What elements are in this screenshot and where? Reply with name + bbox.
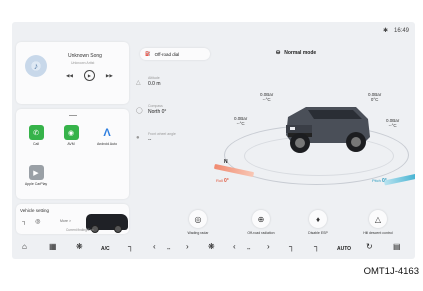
left-temp-down-icon[interactable]: ‹ (153, 242, 156, 252)
function-label: Wading radar (187, 231, 209, 235)
auto-button[interactable]: AUTO (337, 244, 351, 254)
disable-esp-button[interactable]: ♦ Disable ESP (287, 210, 349, 235)
compass-value: North 0° (148, 109, 167, 115)
left-temp-up-icon[interactable]: › (186, 242, 189, 252)
wheel-angle-label: Front wheel angle (148, 132, 176, 136)
altitude-value: 0.0 m (148, 81, 161, 87)
vehicle-3d-model (286, 107, 370, 153)
right-temp-up-icon[interactable]: › (267, 242, 270, 252)
roll-label: Roll (216, 178, 223, 183)
apps-card: ✆ Call ◉ AVM Λ Android Auto ▶ Apple CarP… (16, 109, 129, 199)
infotainment-screen: ✱ 16:49 ♪ Unknown Song Unknown Artist ◀◀… (12, 22, 415, 259)
offroad-dial-button[interactable]: ⛽ Off-road dial (140, 48, 210, 60)
app-carplay[interactable]: ▶ Apple CarPlay (21, 165, 51, 186)
wading-radar-button[interactable]: ◎ Wading radar (167, 210, 229, 235)
carplay-icon: ▶ (28, 165, 44, 180)
seat-icon[interactable]: ┐ (22, 219, 26, 225)
altitude-icon: △ (136, 80, 141, 86)
function-label: Off-road radiation (247, 231, 275, 235)
home-icon[interactable]: ⌂ (22, 242, 27, 252)
apps-grid-icon[interactable]: ▦ (49, 242, 57, 252)
driver-seat-icon[interactable]: ┐ (128, 242, 134, 252)
steering-wheel-icon[interactable]: ◎ (35, 218, 40, 225)
drive-mode-label: Normal mode (284, 50, 317, 56)
hill-descent-icon: △ (369, 210, 387, 228)
app-android-auto[interactable]: Λ Android Auto (92, 125, 122, 147)
offroad-radiation-button[interactable]: ⊕ Off-road radiation (230, 210, 292, 235)
play-icon[interactable]: ▶ (83, 70, 95, 81)
tire-temperature: 0°C (370, 97, 379, 102)
song-title: Unknown Song (68, 53, 102, 59)
hill-descent-button[interactable]: △ Hill descent control (347, 210, 409, 235)
phone-icon: ✆ (28, 125, 44, 140)
status-bar: ✱ 16:49 (382, 27, 409, 35)
tire-front-right: 0.0Bar 0°C (368, 92, 381, 102)
music-note-icon: ♪ (25, 55, 47, 77)
vehicle-setting-card[interactable]: Vehicle setting ┐ ◎ More > Current findi… (16, 204, 129, 234)
altitude-metric: △ Altitude 0.0 m (136, 76, 161, 87)
tire-temperature: --°C (388, 123, 397, 128)
app-label: Android Auto (96, 142, 118, 146)
drag-handle[interactable] (69, 115, 77, 116)
fan-speed-icon[interactable]: ❋ (208, 242, 215, 252)
altitude-label: Altitude (148, 76, 160, 80)
passenger-seat-icon[interactable]: ┐ (289, 242, 295, 252)
offroad-dial-label: Off-road dial (154, 51, 180, 57)
tire-front-left: 0.0Bar --°C (260, 92, 273, 102)
clock: 16:49 (393, 27, 409, 34)
function-label: Disable ESP (308, 231, 328, 235)
app-label: AVM (67, 142, 75, 146)
android-auto-icon: Λ (103, 126, 111, 139)
right-temperature: -- (247, 246, 251, 252)
tire-rear-right: 0.0Bar --°C (386, 118, 399, 128)
recirculation-icon[interactable]: ↻ (366, 242, 373, 252)
compass-icon: ◯ (136, 108, 143, 114)
rear-defrost-icon[interactable]: ▤ (393, 242, 401, 252)
pitch-label: Pitch (372, 178, 381, 183)
tire-rear-left: 0.0Bar --°C (234, 116, 247, 126)
song-artist: Unknown Artist (71, 61, 95, 65)
wheel-angle-icon: ● (136, 135, 140, 141)
app-label: Call (32, 142, 40, 146)
wheel-angle-value: -- (148, 137, 152, 143)
function-label: Hill descent control (363, 231, 393, 235)
wading-radar-icon: ◎ (189, 210, 207, 228)
wheel-angle-metric: ● Front wheel angle -- (136, 132, 176, 143)
offroad-dial-icon: ⛽ (145, 51, 151, 56)
right-temp-down-icon[interactable]: ‹ (233, 242, 236, 252)
previous-track-icon[interactable]: ◀◀ (66, 73, 73, 79)
left-temperature: -- (167, 246, 171, 252)
fan-icon[interactable]: ❋ (76, 242, 83, 252)
compass-north-letter: N (224, 159, 228, 165)
more-link[interactable]: More > (60, 219, 71, 223)
pitch-readout: Pitch 0° (372, 178, 387, 184)
drive-mode-icon: ⛁ (276, 50, 281, 56)
ac-button[interactable]: A/C (101, 244, 110, 254)
pitch-indicator (383, 173, 415, 186)
offroad-panel: ⛽ Off-road dial ⛁ Normal mode △ Altitude… (134, 42, 415, 235)
offroad-radiation-icon: ⊕ (252, 210, 270, 228)
seat-heating-icon[interactable]: ┐ (314, 242, 320, 252)
tire-temperature: --°C (236, 121, 245, 126)
camera-icon: ◉ (63, 125, 79, 140)
figure-caption: OMT1J-4163 (363, 266, 419, 277)
esp-off-icon: ♦ (309, 210, 327, 228)
vehicle-status-text: Current finding/Erm (66, 228, 94, 232)
roll-value: 0° (224, 178, 229, 184)
compass-metric: ◯ Compass North 0° (136, 104, 167, 115)
music-card[interactable]: ♪ Unknown Song Unknown Artist ◀◀ ▶ ▶▶ (16, 42, 129, 104)
next-track-icon[interactable]: ▶▶ (106, 73, 113, 79)
bottom-dock: ⌂ ▦ ❋ A/C ┐ ‹ -- › ❋ ‹ -- › ┐ ┐ AUTO ↻ ▤ (12, 236, 415, 259)
bluetooth-icon: ✱ (382, 28, 388, 34)
vehicle-setting-title: Vehicle setting (20, 208, 50, 213)
compass-label: Compass (148, 104, 163, 108)
tire-temperature: --°C (262, 97, 271, 102)
app-label: Apple CarPlay (24, 182, 48, 186)
app-avm[interactable]: ◉ AVM (56, 125, 86, 146)
pitch-value: 0° (382, 178, 387, 184)
drive-mode: ⛁ Normal mode (276, 50, 316, 56)
roll-readout: Roll 0° (216, 178, 229, 184)
app-call[interactable]: ✆ Call (21, 125, 51, 146)
